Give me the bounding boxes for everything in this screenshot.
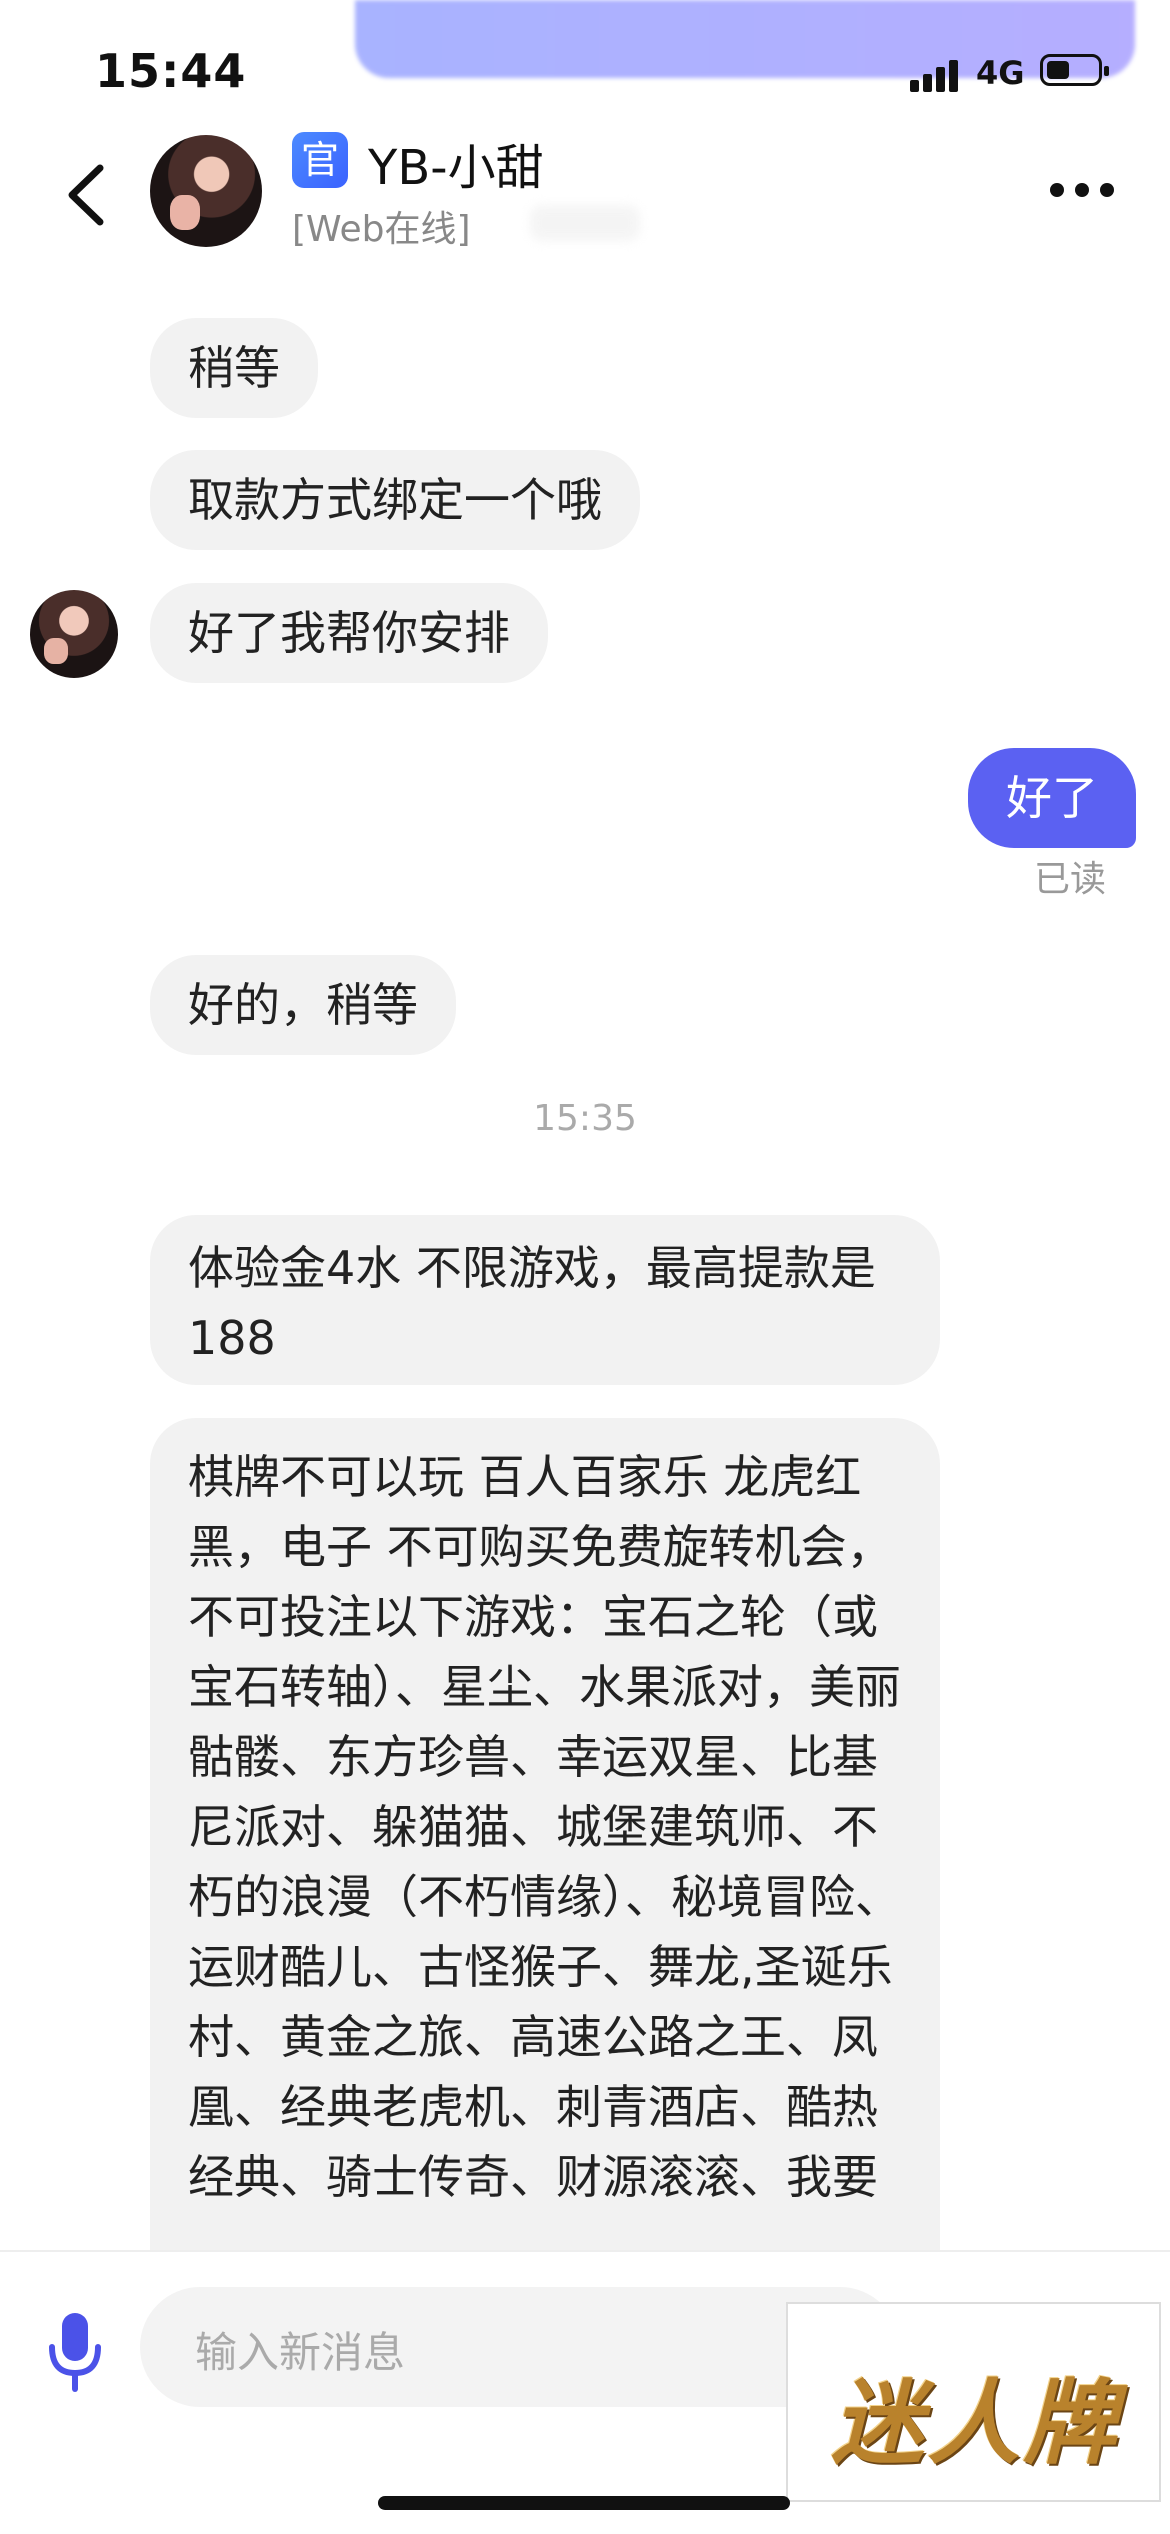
watermark-logo: 迷人牌 [786, 2302, 1161, 2502]
incoming-message[interactable]: 体验金4水 不限游戏，最高提款是188 [150, 1215, 940, 1385]
contact-avatar[interactable] [150, 135, 262, 247]
outgoing-message[interactable]: 好了 [968, 748, 1136, 848]
incoming-message[interactable]: 好的，稍等 [150, 955, 456, 1055]
message-composer: 输入新消息 迷人牌 [0, 2250, 1170, 2534]
battery-icon [1040, 54, 1109, 86]
microphone-icon [49, 2313, 101, 2392]
voice-input-button[interactable] [40, 2307, 110, 2397]
blurred-tag [530, 205, 640, 241]
network-type: 4G [976, 54, 1025, 92]
read-receipt: 已读 [1034, 859, 1107, 900]
presence-status: [Web在线] [292, 209, 471, 250]
chevron-left-icon [68, 164, 104, 226]
status-bar: 15:44 4G [0, 0, 1170, 140]
message-timestamp: 15:35 [533, 1098, 637, 1139]
incoming-message[interactable]: 好了我帮你安排 [150, 583, 548, 683]
status-time: 15:44 [95, 44, 247, 98]
sender-avatar[interactable] [30, 590, 118, 678]
watermark-text: 迷人牌 [831, 2370, 1120, 2477]
incoming-message[interactable]: 取款方式绑定一个哦 [150, 450, 640, 550]
back-button[interactable] [58, 160, 118, 230]
contact-name: YB-小甜 [368, 140, 544, 196]
incoming-message[interactable]: 稍等 [150, 318, 318, 418]
more-dots-icon [1050, 183, 1064, 197]
signal-icon [910, 58, 960, 92]
home-indicator[interactable] [378, 2496, 790, 2510]
more-options-button[interactable] [1050, 180, 1120, 200]
message-input-placeholder: 输入新消息 [195, 2328, 406, 2377]
official-badge: 官 [292, 132, 348, 188]
